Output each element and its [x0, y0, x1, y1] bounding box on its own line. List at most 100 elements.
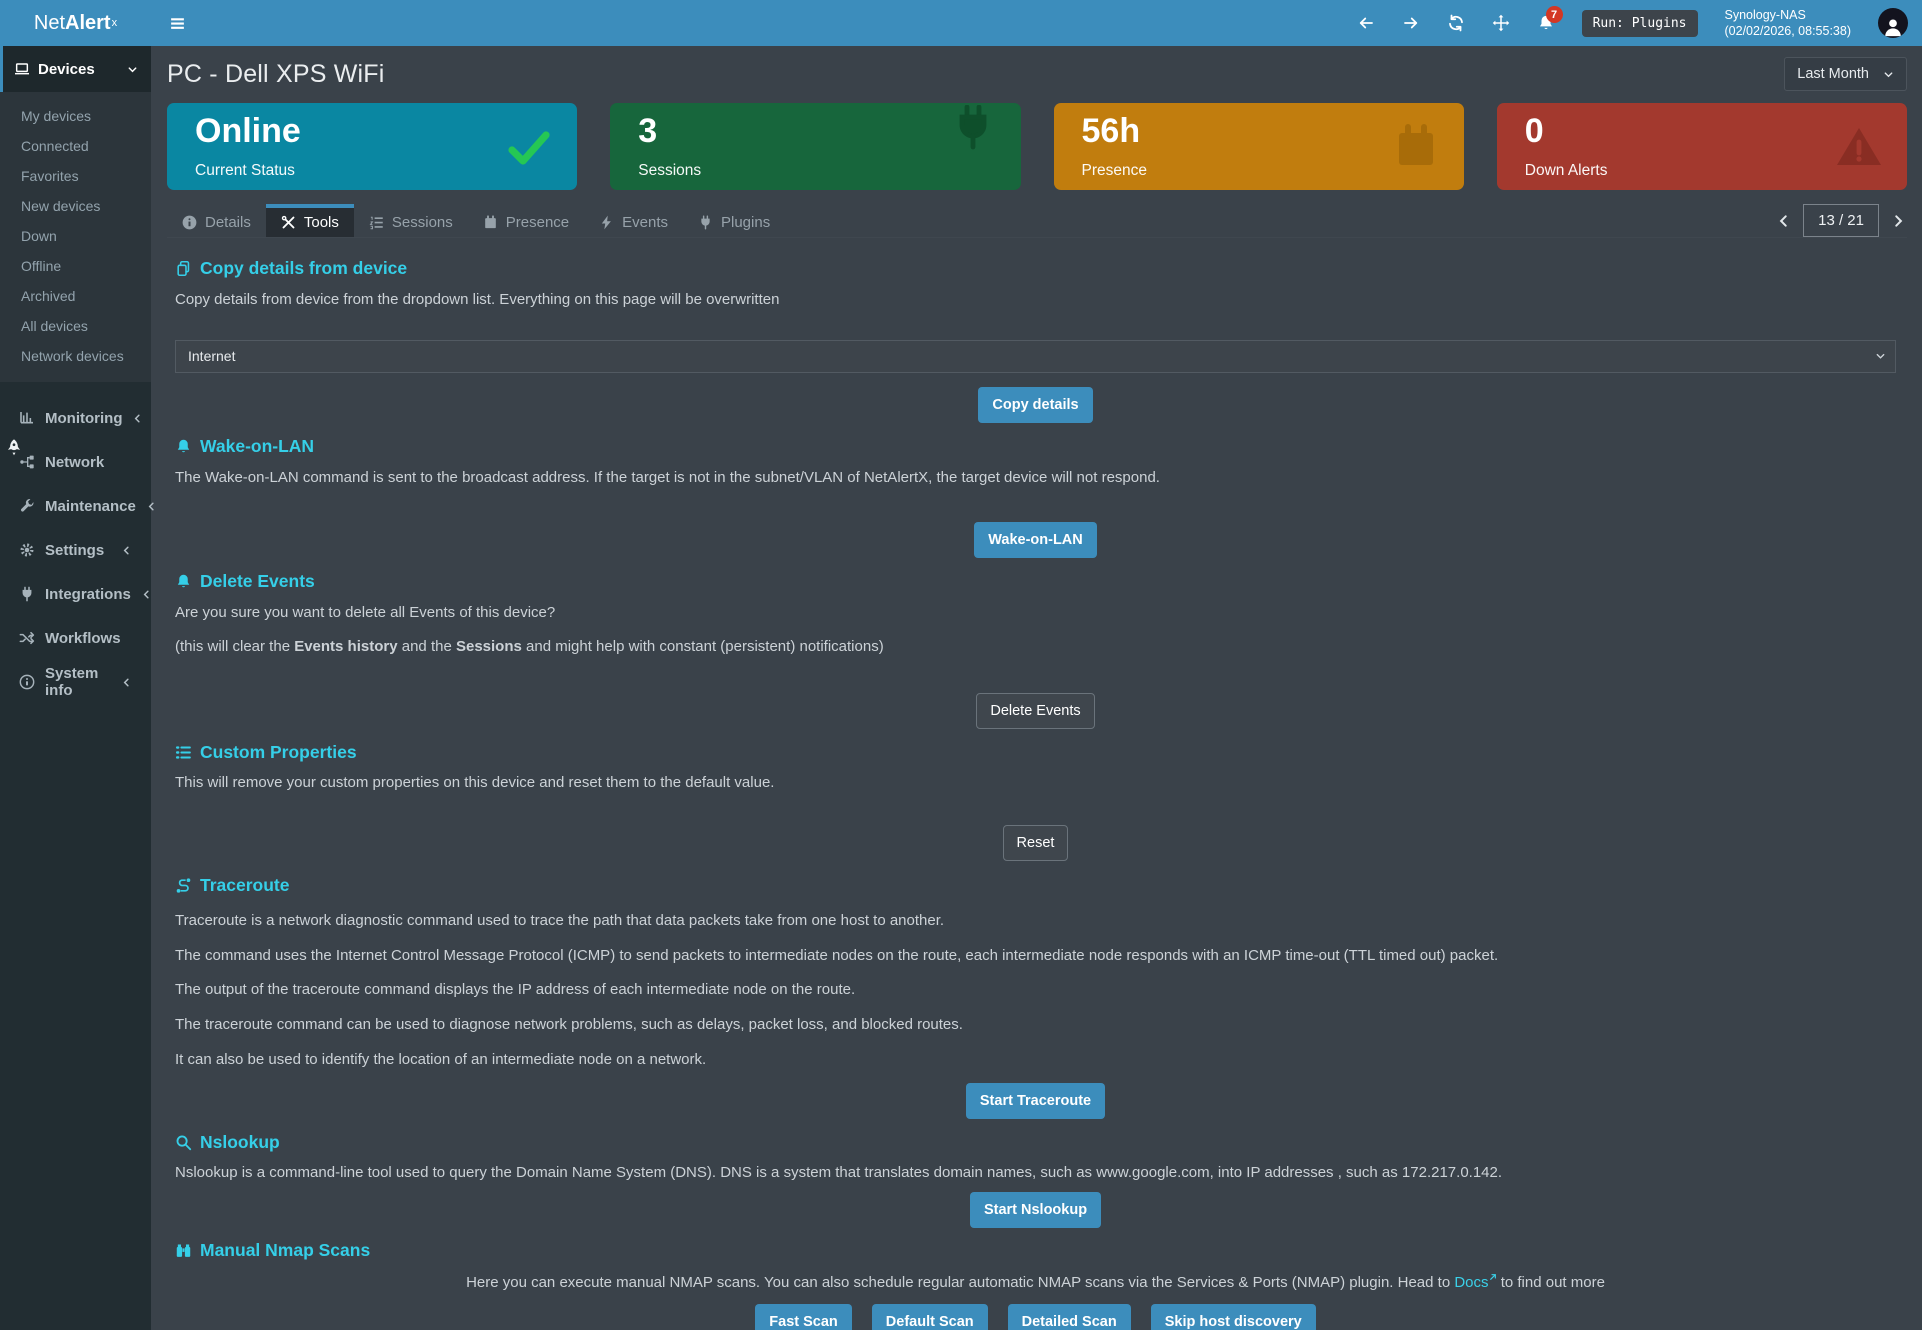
tab-sessions-label: Sessions [392, 214, 453, 231]
note-bold-events-history: Events history [294, 638, 397, 655]
host-timestamp: (02/02/2026, 08:55:38) [1725, 23, 1852, 39]
sidebar-toggle-button[interactable] [151, 0, 204, 46]
tab-presence[interactable]: Presence [468, 204, 584, 237]
plug-icon [949, 105, 997, 153]
sidebar-integrations-label: Integrations [45, 586, 131, 603]
copy-details-button[interactable]: Copy details [978, 387, 1092, 423]
nav-forward-icon[interactable] [1402, 14, 1420, 32]
traceroute-paragraph: The command uses the Internet Control Me… [175, 947, 1896, 966]
info-circle-icon [182, 215, 197, 230]
gear-icon [19, 542, 35, 558]
sidebar-item-all-devices[interactable]: All devices [0, 311, 151, 341]
rocket-icon[interactable] [5, 438, 23, 461]
chevron-down-icon [127, 64, 138, 75]
tab-presence-label: Presence [506, 214, 569, 231]
delete-confirm-text: Are you sure you want to delete all Even… [175, 604, 1896, 623]
route-icon [175, 877, 192, 894]
notifications-button[interactable]: 7 [1537, 14, 1555, 32]
bell-icon [175, 438, 192, 455]
refresh-icon[interactable] [1447, 14, 1465, 32]
note-post: and might help with constant (persistent… [522, 638, 884, 655]
sidebar-maintenance-label: Maintenance [45, 498, 136, 515]
tab-tools[interactable]: Tools [266, 204, 354, 237]
section-nslookup: Nslookup Nslookup is a command-line tool… [175, 1132, 1896, 1229]
section-title: Copy details from device [200, 258, 407, 279]
section-title: Wake-on-LAN [200, 436, 314, 457]
info-icon [19, 674, 35, 690]
skip-host-discovery-button[interactable]: Skip host discovery [1151, 1304, 1316, 1330]
status-card-down-alerts[interactable]: 0 Down Alerts [1497, 103, 1907, 190]
delete-events-button[interactable]: Delete Events [976, 693, 1094, 729]
status-card-current-status[interactable]: Online Current Status [167, 103, 577, 190]
status-card-label: Down Alerts [1525, 162, 1608, 180]
sidebar-item-connected[interactable]: Connected [0, 131, 151, 161]
sidebar-item-my-devices[interactable]: My devices [0, 101, 151, 131]
reset-button[interactable]: Reset [1003, 825, 1069, 861]
section-copy-details: Copy details from device Copy details fr… [175, 258, 1896, 423]
device-pager: 13 / 21 [1777, 204, 1907, 237]
sidebar-item-archived[interactable]: Archived [0, 281, 151, 311]
period-dropdown[interactable]: Last Month [1784, 57, 1907, 91]
sidebar-settings-label: Settings [45, 542, 104, 559]
list-ol-icon [369, 215, 384, 230]
sidebar-item-new-devices[interactable]: New devices [0, 191, 151, 221]
default-scan-button[interactable]: Default Scan [872, 1304, 988, 1330]
nav-back-icon[interactable] [1357, 14, 1375, 32]
tab-sessions[interactable]: Sessions [354, 204, 468, 237]
tab-plugins[interactable]: Plugins [683, 204, 785, 237]
chevron-left-icon [132, 413, 143, 424]
copy-icon [175, 260, 192, 277]
sidebar-item-devices[interactable]: Devices [0, 46, 151, 92]
chevron-right-icon [1891, 214, 1905, 228]
chevron-left-icon [121, 545, 132, 556]
status-card-sessions[interactable]: 3 Sessions [610, 103, 1020, 190]
docs-link[interactable]: Docs [1454, 1274, 1488, 1291]
status-card-label: Presence [1082, 162, 1147, 180]
pager-prev-button[interactable] [1777, 214, 1791, 228]
fast-scan-button[interactable]: Fast Scan [755, 1304, 852, 1330]
detailed-scan-button[interactable]: Detailed Scan [1008, 1304, 1131, 1330]
tools-tab-panel: Copy details from device Copy details fr… [151, 238, 1922, 1330]
sidebar-item-workflows[interactable]: Workflows [0, 616, 151, 660]
brand-alert: Alert [65, 12, 111, 35]
binoculars-icon [175, 1242, 192, 1259]
copy-device-select[interactable]: Internet [175, 340, 1896, 373]
laptop-icon [14, 61, 30, 77]
sidebar-system-info-label: System info [45, 665, 111, 699]
shuffle-icon [19, 630, 35, 646]
plug-icon [698, 215, 713, 230]
start-nslookup-button[interactable]: Start Nslookup [970, 1192, 1101, 1228]
app-logo[interactable]: NetAlertx [0, 0, 151, 46]
bolt-icon [599, 215, 614, 230]
sidebar-item-favorites[interactable]: Favorites [0, 161, 151, 191]
sidebar-item-system-info[interactable]: System info [0, 660, 151, 704]
sidebar-item-integrations[interactable]: Integrations [0, 572, 151, 616]
start-traceroute-button[interactable]: Start Traceroute [966, 1083, 1105, 1119]
top-navbar: NetAlertx 7 Run: Plugins Synology-NAS (0… [0, 0, 1922, 46]
tab-plugins-label: Plugins [721, 214, 770, 231]
sidebar-item-network-devices[interactable]: Network devices [0, 341, 151, 371]
sidebar-item-offline[interactable]: Offline [0, 251, 151, 281]
status-card-presence[interactable]: 56h Presence [1054, 103, 1464, 190]
tab-details[interactable]: Details [167, 204, 266, 237]
search-icon [175, 1134, 192, 1151]
section-custom-properties: Custom Properties This will remove your … [175, 742, 1896, 861]
pager-next-button[interactable] [1891, 214, 1905, 228]
warning-icon [1835, 123, 1883, 171]
run-plugins-status[interactable]: Run: Plugins [1582, 10, 1698, 37]
status-card-label: Current Status [195, 162, 295, 180]
sidebar-item-monitoring[interactable]: Monitoring [0, 396, 151, 440]
sidebar-item-settings[interactable]: Settings [0, 528, 151, 572]
sidebar-item-down[interactable]: Down [0, 221, 151, 251]
traceroute-paragraph: The output of the traceroute command dis… [175, 981, 1896, 1000]
nmap-desc-post: to find out more [1497, 1274, 1605, 1291]
sidebar-item-maintenance[interactable]: Maintenance [0, 484, 151, 528]
note-mid: and the [398, 638, 456, 655]
move-maximize-icon[interactable] [1492, 14, 1510, 32]
section-title: Manual Nmap Scans [200, 1240, 370, 1261]
user-avatar[interactable] [1878, 8, 1908, 38]
traceroute-paragraph: It can also be used to identify the loca… [175, 1051, 1896, 1070]
wrench-icon [19, 498, 35, 514]
tab-events[interactable]: Events [584, 204, 683, 237]
wake-on-lan-button[interactable]: Wake-on-LAN [974, 522, 1097, 558]
